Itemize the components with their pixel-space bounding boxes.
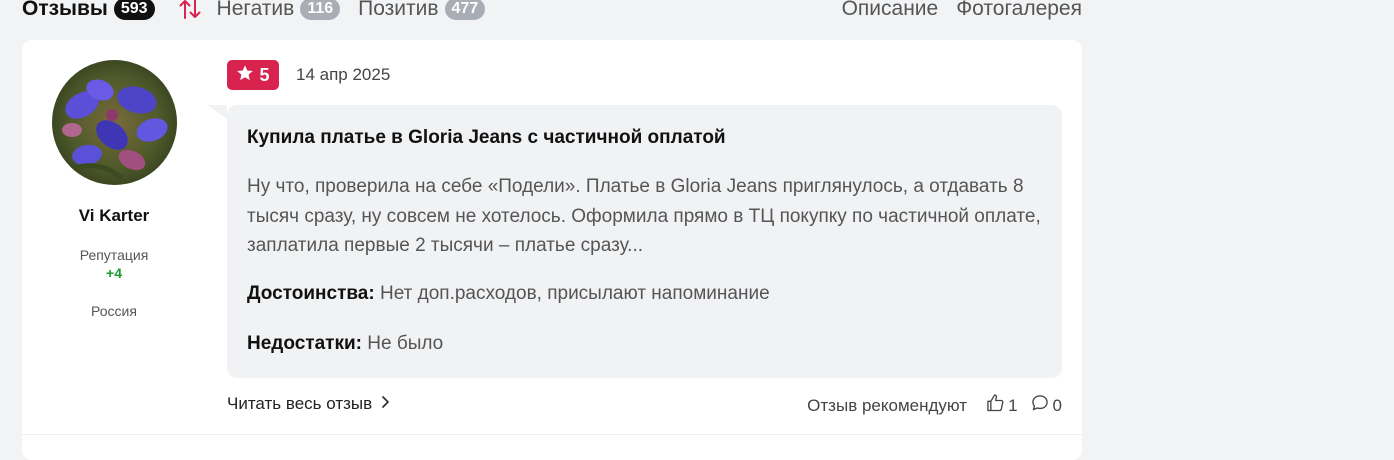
like-count: 1 <box>1008 395 1018 415</box>
tab-negative[interactable]: Негатив 116 <box>217 0 341 21</box>
tab-positive-label: Позитив <box>358 0 439 20</box>
avatar[interactable] <box>52 60 177 185</box>
author-country: Россия <box>91 303 137 319</box>
rating-value: 5 <box>259 64 270 85</box>
review-body: Купила платье в Gloria Jeans с частичной… <box>207 105 1062 378</box>
recommend-label: Отзыв рекомендуют <box>807 395 968 415</box>
tab-negative-count: 116 <box>300 0 341 20</box>
tab-negative-label: Негатив <box>216 0 295 20</box>
rating-badge: 5 <box>227 60 279 90</box>
tab-gallery[interactable]: Фотогалерея <box>956 0 1082 21</box>
tab-reviews-label: Отзывы <box>22 0 108 20</box>
pros-label: Достоинства: <box>247 283 375 304</box>
card-divider <box>22 434 1082 435</box>
author-name[interactable]: Vi Karter <box>22 206 206 226</box>
comment-count: 0 <box>1052 395 1062 415</box>
chevron-right-icon <box>380 394 390 414</box>
bubble-tail <box>207 105 227 119</box>
comment-button[interactable]: 0 <box>1030 393 1062 418</box>
review-footer-actions: Отзыв рекомендуют 1 0 <box>807 393 1062 418</box>
sort-icon[interactable] <box>177 0 203 21</box>
review-card: Vi Karter Репутация +4 Россия 5 14 апр 2… <box>22 40 1082 460</box>
review-pros: Достоинства: Нет доп.расходов, присылают… <box>247 283 770 305</box>
review-tabs: Отзывы 593 Негатив 116 Позитив 477 Описа… <box>22 0 1082 24</box>
read-more-label: Читать весь отзыв <box>227 394 373 413</box>
comment-icon <box>1030 393 1050 418</box>
thumbs-up-icon <box>985 393 1005 418</box>
read-more-link[interactable]: Читать весь отзыв <box>227 394 390 414</box>
review-cons: Недостатки: Не было <box>247 333 443 355</box>
reputation-value: +4 <box>106 265 122 281</box>
pros-text: Нет доп.расходов, присылают напоминание <box>379 283 770 304</box>
tab-positive[interactable]: Позитив 477 <box>358 0 486 21</box>
reputation-label: Репутация <box>79 247 149 263</box>
star-icon <box>236 64 254 87</box>
cons-label: Недостатки: <box>247 333 362 354</box>
tab-description[interactable]: Описание <box>842 0 939 21</box>
tab-reviews-count: 593 <box>113 0 155 20</box>
like-button[interactable]: 1 <box>985 393 1018 418</box>
tab-reviews[interactable]: Отзывы 593 <box>22 0 155 21</box>
review-text: Ну что, проверила на себе «Подели». Плат… <box>247 176 1041 256</box>
cons-text: Не было <box>367 333 444 354</box>
review-title[interactable]: Купила платье в Gloria Jeans с частичной… <box>247 127 726 149</box>
review-date: 14 апр 2025 <box>296 65 391 84</box>
tab-positive-count: 477 <box>444 0 486 20</box>
